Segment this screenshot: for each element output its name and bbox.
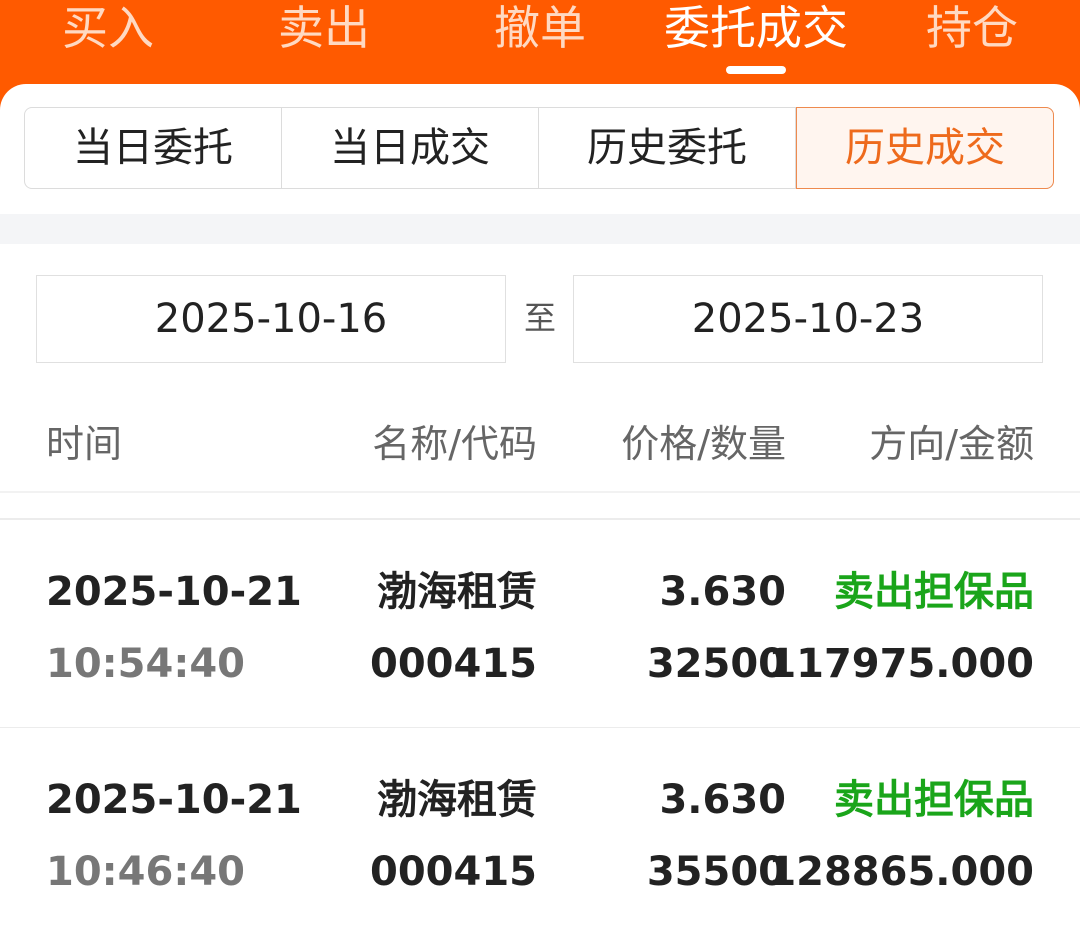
section-divider-band xyxy=(0,214,1080,244)
stock-code: 000415 xyxy=(370,641,537,687)
trade-direction: 卖出担保品 xyxy=(834,777,1034,823)
sub-tab-today-trades[interactable]: 当日成交 xyxy=(282,108,539,188)
sub-tab-history-orders[interactable]: 历史委托 xyxy=(539,108,796,188)
column-header-price-quantity: 价格/数量 xyxy=(621,422,786,466)
end-date-field[interactable]: 2025-10-23 xyxy=(573,275,1043,363)
stock-name: 渤海租赁 xyxy=(377,569,537,615)
trade-amount: 128865.000 xyxy=(768,849,1034,895)
tab-positions[interactable]: 持仓 xyxy=(924,0,1020,60)
sub-tab-today-orders[interactable]: 当日委托 xyxy=(25,108,282,188)
active-tab-indicator xyxy=(726,66,786,74)
tab-cancel-order[interactable]: 撤单 xyxy=(492,0,588,60)
trade-quantity: 35500 xyxy=(646,849,786,895)
stock-name: 渤海租赁 xyxy=(377,777,537,823)
tab-sell[interactable]: 卖出 xyxy=(276,0,372,60)
start-date-field[interactable]: 2025-10-16 xyxy=(36,275,506,363)
trade-amount: 117975.000 xyxy=(768,641,1034,687)
stock-code: 000415 xyxy=(370,849,537,895)
table-row[interactable]: 2025-10-21 10:46:40 渤海租赁 000415 3.630 35… xyxy=(0,728,1080,934)
trade-price: 3.630 xyxy=(659,569,786,615)
tab-buy[interactable]: 买入 xyxy=(60,0,156,60)
header-divider xyxy=(0,491,1080,493)
content-panel: 当日委托 当日成交 历史委托 历史成交 2025-10-16 至 2025-10… xyxy=(0,84,1080,934)
sub-tab-segmented-control: 当日委托 当日成交 历史委托 历史成交 xyxy=(24,107,1054,189)
trade-quantity: 32500 xyxy=(646,641,786,687)
column-header-name-code: 名称/代码 xyxy=(372,422,537,466)
date-range-separator: 至 xyxy=(523,299,556,337)
column-header-direction-amount: 方向/金额 xyxy=(869,422,1034,466)
trade-time: 10:46:40 xyxy=(46,849,245,895)
table-row[interactable]: 2025-10-21 10:54:40 渤海租赁 000415 3.630 32… xyxy=(0,520,1080,728)
trade-price: 3.630 xyxy=(659,777,786,823)
trade-date: 2025-10-21 xyxy=(46,569,302,615)
column-header-time: 时间 xyxy=(46,422,123,466)
trade-direction: 卖出担保品 xyxy=(834,569,1034,615)
tab-orders-trades[interactable]: 委托成交 xyxy=(660,0,852,60)
trade-time: 10:54:40 xyxy=(46,641,245,687)
trade-date: 2025-10-21 xyxy=(46,777,302,823)
sub-tab-history-trades[interactable]: 历史成交 xyxy=(796,107,1054,189)
